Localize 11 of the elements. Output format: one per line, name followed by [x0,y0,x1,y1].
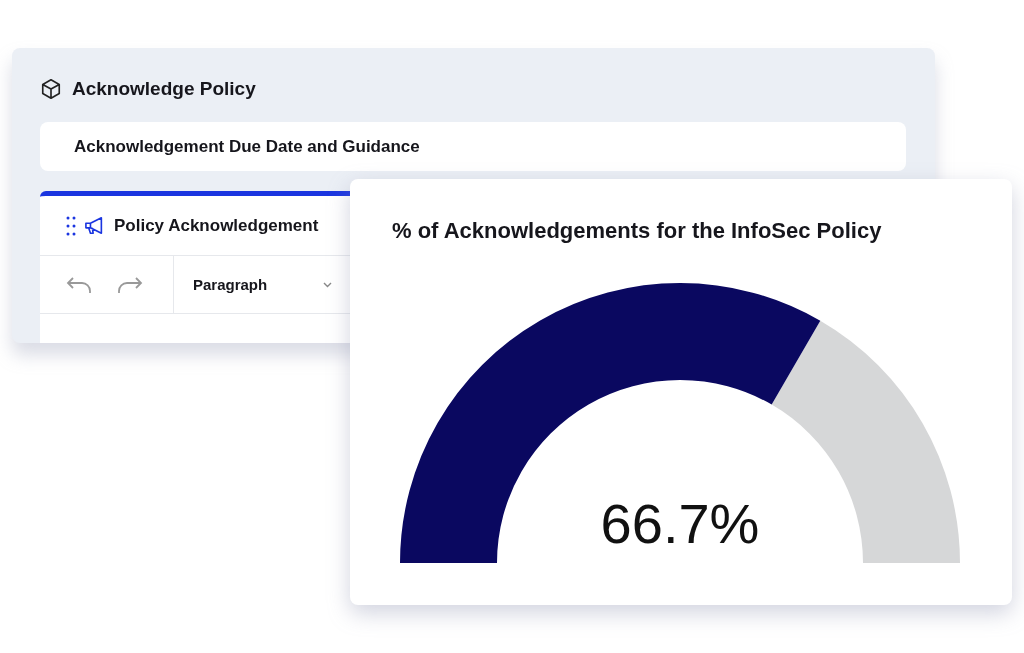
redo-icon[interactable] [117,275,143,294]
gauge-reading: 66.7% [600,492,760,555]
section-header[interactable]: Acknowledgement Due Date and Guidance [40,122,906,171]
editor-title: Policy Acknowledgement [114,215,319,236]
undo-icon[interactable] [66,275,92,294]
chevron-down-icon [323,281,332,288]
block-style-dropdown[interactable]: Paragraph [174,256,346,313]
drag-handle-icon[interactable] [66,215,76,236]
panel-title: Acknowledge Policy [72,78,256,100]
cube-icon [40,78,62,100]
chart-title: % of Acknowledgements for the InfoSec Policy [392,217,882,245]
